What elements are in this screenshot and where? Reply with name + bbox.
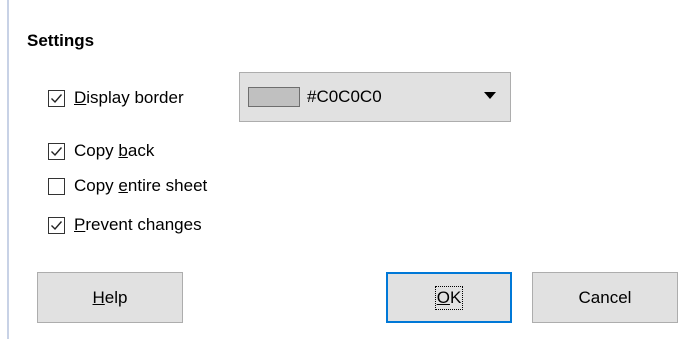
- cancel-button[interactable]: Cancel: [532, 272, 678, 323]
- border-color-dropdown[interactable]: #C0C0C0: [239, 72, 511, 122]
- copy-back-checkbox[interactable]: [48, 142, 65, 160]
- settings-section-title: Settings: [27, 31, 95, 50]
- copy-entire-sheet-label: Copy entire sheet: [74, 176, 208, 195]
- copy-back-option[interactable]: Copy back: [48, 140, 154, 162]
- prevent-changes-option[interactable]: Prevent changes: [48, 214, 202, 236]
- dropdown-arrow-icon: [484, 92, 496, 99]
- border-color-value: #C0C0C0: [307, 87, 382, 106]
- copy-entire-sheet-checkbox[interactable]: [48, 177, 65, 195]
- display-border-checkbox[interactable]: [48, 89, 65, 107]
- display-border-option[interactable]: Display border: [48, 87, 184, 109]
- cancel-button-label: Cancel: [578, 287, 632, 307]
- copy-entire-sheet-option[interactable]: Copy entire sheet: [48, 175, 207, 197]
- help-button-label: Help: [92, 287, 128, 307]
- ok-button-label: OK: [434, 285, 464, 310]
- checkmark-icon: [51, 146, 63, 156]
- prevent-changes-label: Prevent changes: [74, 215, 202, 234]
- help-button[interactable]: Help: [37, 272, 183, 323]
- copy-back-label: Copy back: [74, 141, 155, 160]
- checkmark-icon: [51, 220, 63, 230]
- settings-dialog: Settings Display border #C0C0C0 Copy bac…: [0, 0, 691, 339]
- ok-button[interactable]: OK: [386, 272, 512, 323]
- prevent-changes-checkbox[interactable]: [48, 216, 65, 234]
- checkmark-icon: [51, 93, 63, 103]
- dialog-left-edge: [7, 0, 9, 339]
- display-border-label: Display border: [74, 88, 184, 107]
- color-swatch: [248, 87, 300, 107]
